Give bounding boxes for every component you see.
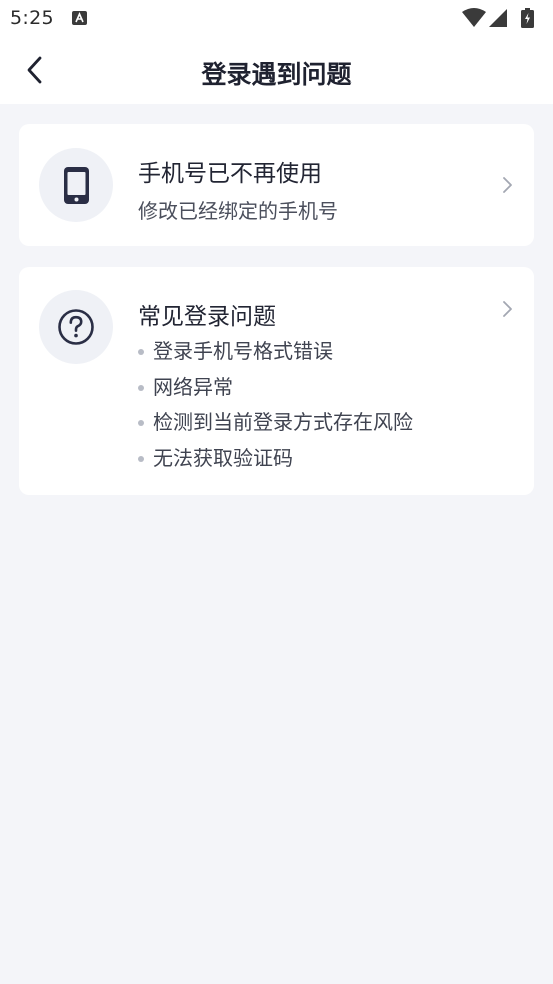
- faq-item: 登录手机号格式错误: [136, 336, 413, 372]
- nav-bar: 登录遇到问题: [0, 38, 553, 104]
- phone-icon: [64, 167, 89, 204]
- page-title: 登录遇到问题: [201, 60, 352, 89]
- question-icon: [58, 309, 94, 345]
- faq-item: 网络异常: [136, 372, 413, 408]
- faq-list: 登录手机号格式错误 网络异常 检测到当前登录方式存在风险 无法获取验证码: [136, 336, 413, 478]
- phone-icon-circle: [39, 148, 113, 222]
- chevron-right-icon: [503, 177, 512, 193]
- app-notification-icon: [72, 11, 87, 25]
- signal-icon: [489, 9, 507, 27]
- status-bar: 5:25: [0, 0, 553, 38]
- battery-icon: [521, 8, 534, 28]
- bullet-dot: [138, 349, 144, 355]
- wifi-icon: [462, 8, 486, 27]
- card-title: 常见登录问题: [138, 304, 276, 330]
- bullet-dot: [138, 384, 144, 391]
- card-subtitle: 修改已经绑定的手机号: [138, 199, 338, 223]
- common-login-issues-card[interactable]: 常见登录问题 登录手机号格式错误 网络异常 检测到当前登录方式存在风险 无法获取…: [19, 267, 534, 495]
- chevron-right-icon: [503, 301, 512, 317]
- question-icon-circle: [39, 290, 113, 364]
- faq-item: 检测到当前登录方式存在风险: [136, 407, 413, 443]
- bullet-dot: [138, 455, 144, 462]
- faq-item-label: 网络异常: [153, 374, 233, 399]
- card-title: 手机号已不再使用: [138, 161, 322, 187]
- phone-no-longer-used-card[interactable]: 手机号已不再使用 修改已经绑定的手机号: [19, 124, 534, 246]
- status-time: 5:25: [10, 7, 54, 29]
- faq-item: 无法获取验证码: [136, 443, 413, 479]
- faq-item-label: 无法获取验证码: [153, 445, 293, 470]
- faq-item-label: 检测到当前登录方式存在风险: [153, 410, 413, 434]
- bullet-dot: [138, 420, 144, 426]
- faq-item-label: 登录手机号格式错误: [153, 339, 333, 363]
